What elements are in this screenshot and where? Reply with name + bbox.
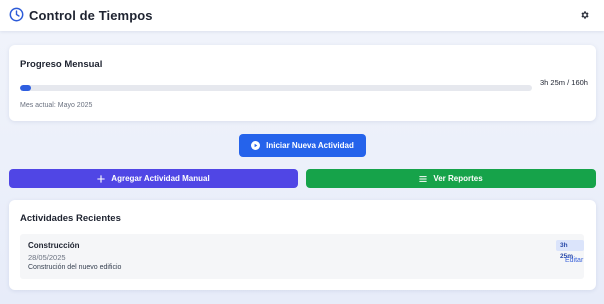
progress-title: Progreso Mensual [20,59,103,70]
app-title: Control de Tiempos [29,8,153,23]
add-manual-activity-label: Agregar Actividad Manual [111,174,210,183]
start-activity-button[interactable]: Iniciar Nueva Actividad [239,134,366,157]
view-reports-button[interactable]: Ver Reportes [306,169,596,188]
activity-item: Construcción 28/05/2025 Construción del … [20,234,584,279]
duration-badge: 3h 25m [556,240,584,260]
plus-icon [97,174,106,183]
progress-bar [20,85,532,91]
current-month-label: Mes actual: Mayo 2025 [20,102,93,109]
clock-icon [9,7,24,22]
progress-value: 3h 25m / 160h [540,78,588,87]
activity-description: Construción del nuevo edificio [28,264,122,271]
recent-activities-title: Actividades Recientes [20,213,121,224]
recent-activities-card: Actividades Recientes Construcción 28/05… [9,200,596,290]
play-circle-icon [251,141,261,150]
app-header: Control de Tiempos [0,0,604,31]
view-reports-label: Ver Reportes [433,174,483,183]
progress-bar-fill [20,85,31,91]
gear-icon[interactable] [580,10,590,20]
start-activity-label: Iniciar Nueva Actividad [266,141,354,150]
add-manual-activity-button[interactable]: Agregar Actividad Manual [9,169,298,188]
activity-date: 28/05/2025 [28,253,66,262]
activity-name: Construcción [28,241,80,250]
edit-activity-link[interactable]: Editar [565,257,583,264]
menu-icon [419,175,428,182]
monthly-progress-card: Progreso Mensual 3h 25m / 160h Mes actua… [9,45,596,121]
